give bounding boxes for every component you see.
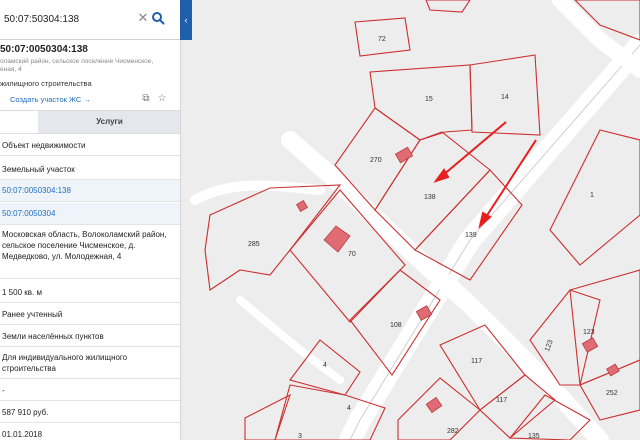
star-icon[interactable]: ☆ <box>156 93 168 105</box>
land-category-value: Земли населённых пунктов <box>2 332 104 341</box>
plot-label: 108 <box>390 322 402 329</box>
permitted-use-value: Для индивидуального жилищного строительс… <box>2 353 128 373</box>
object-type-value: Объект недвижимости <box>2 141 86 150</box>
side-road <box>190 180 325 205</box>
parcel-1 <box>549 129 640 266</box>
plot-label: 123 <box>544 339 555 352</box>
parcel-282 <box>397 377 481 440</box>
full-address-value: Московская область, Волоколамский район,… <box>2 230 167 261</box>
plot-label: 3 <box>298 433 302 440</box>
building-282 <box>425 396 443 414</box>
plot-labels: 72 15 14 270 138 139 1 285 70 108 4 4 3 … <box>248 36 618 440</box>
building-123 <box>581 337 599 353</box>
close-icon[interactable]: ✕ <box>136 10 150 26</box>
parcel-top <box>425 0 471 13</box>
plot-label: 14 <box>501 94 509 101</box>
detail-row: 01.01.2018 <box>0 423 180 440</box>
detail-row: Земельный участок <box>0 158 180 180</box>
plot-label: 72 <box>378 36 386 43</box>
parcel-285 <box>204 184 342 291</box>
status-value: Ранее учтенный <box>2 310 63 319</box>
parcels <box>204 0 640 440</box>
parcel-15 <box>369 64 473 141</box>
plot-label: 252 <box>606 390 618 397</box>
plot-label: 282 <box>447 428 459 435</box>
cadastral-number-link[interactable]: 50:07:0050304:138 <box>2 185 180 196</box>
plot-label: 285 <box>248 241 260 248</box>
plot-label: 4 <box>323 362 327 369</box>
building-270 <box>394 146 414 164</box>
plot-label: 123 <box>583 329 595 336</box>
plot-label: 117 <box>496 397 507 404</box>
detail-row: 50:07:0050304 <box>0 203 180 225</box>
parcel-123b <box>569 269 640 386</box>
panel-tabs: Услуги <box>0 110 180 134</box>
building-285 <box>295 199 309 213</box>
building-252 <box>606 363 620 377</box>
collapse-panel-button[interactable]: ‹ <box>180 0 192 40</box>
detail-row: 50:07:0050304:138 <box>0 180 180 202</box>
parcel-3 <box>244 393 291 440</box>
detail-row: 587 910 руб. <box>0 401 180 423</box>
plot-label: 70 <box>348 251 356 258</box>
detail-row: 1 500 кв. м <box>0 281 180 303</box>
parcel-address-short: оламский район, сельское поселение Чисме… <box>0 58 154 73</box>
detail-row: Для индивидуального жилищного строительс… <box>0 347 180 379</box>
search-icon[interactable] <box>151 10 165 26</box>
arrow-138-line <box>441 121 507 177</box>
plot-label: 4 <box>347 405 351 412</box>
plot-label: 15 <box>425 96 433 103</box>
measure-icon[interactable]: ⧉ <box>140 93 152 105</box>
plot-label: 135 <box>528 433 540 440</box>
cost-date-value: 01.01.2018 <box>2 430 43 439</box>
cadastral-quarter-link[interactable]: 50:07:0050304 <box>2 208 180 219</box>
parcel-type-value: Земельный участок <box>2 165 75 174</box>
detail-row: - <box>0 379 180 401</box>
area-value: 1 500 кв. м <box>2 288 42 297</box>
plot-label: 138 <box>424 194 436 201</box>
search-input[interactable] <box>4 11 132 27</box>
info-panel: ✕ 50:07:0050304:138 оламский район, сель… <box>0 0 181 440</box>
detail-row: Московская область, Волоколамский район,… <box>0 225 180 279</box>
parcel-title: 50:07:0050304:138 <box>0 44 88 55</box>
plot-label: 139 <box>465 232 477 239</box>
roads <box>190 0 640 440</box>
empty-value: - <box>2 386 5 395</box>
tab-services[interactable]: Услуги <box>38 111 180 133</box>
detail-row: Земли населённых пунктов <box>0 325 180 347</box>
tab-info[interactable] <box>0 111 38 133</box>
parcel-purpose-short: жилищного строительства <box>0 79 92 88</box>
search-bar: ✕ <box>0 0 180 40</box>
cadastral-cost-value: 587 910 руб. <box>2 408 49 417</box>
plot-label: 1 <box>590 192 594 199</box>
plot-label: 270 <box>370 157 382 164</box>
plot-label: 117 <box>471 358 482 365</box>
detail-row: Объект недвижимости <box>0 136 180 156</box>
detail-row: Ранее учтенный <box>0 303 180 325</box>
building-70 <box>323 225 351 253</box>
create-plot-link[interactable]: Создать участок ЖС → <box>10 95 91 104</box>
